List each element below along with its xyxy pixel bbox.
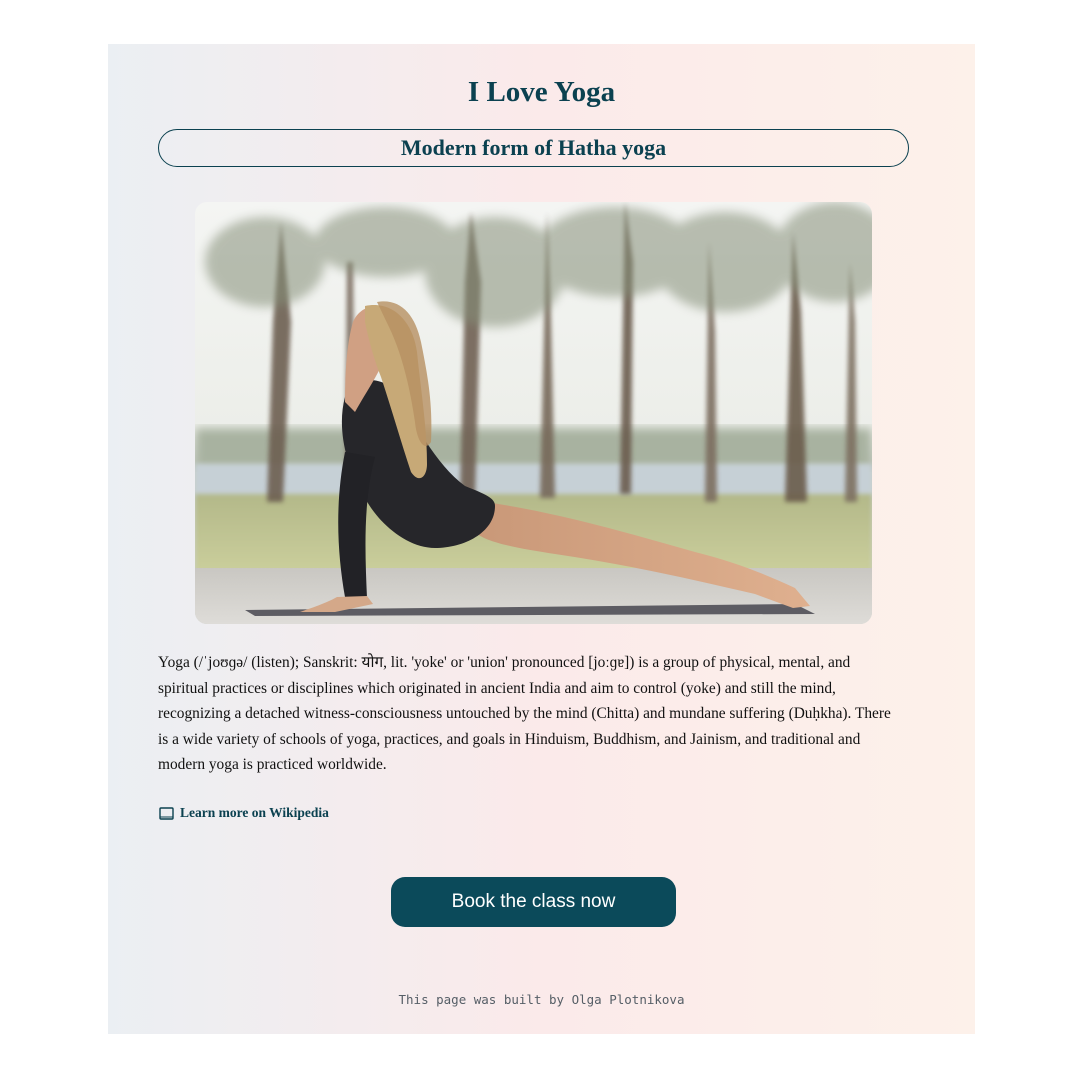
page-card: I Love Yoga Modern form of Hatha yoga Yo… — [108, 44, 975, 1034]
page-title: I Love Yoga — [467, 76, 616, 108]
wikipedia-link[interactable]: Learn more on Wikipedia — [159, 805, 329, 821]
subtitle-banner: Modern form of Hatha yoga — [158, 129, 909, 167]
book-class-button[interactable]: Book the class now — [391, 877, 676, 927]
article-text: Yoga (/ˈjoʊɡə/ (listen); Sanskrit: योग, … — [158, 654, 891, 773]
yoga-photo — [195, 202, 872, 624]
footer-credit: This page was built by Olga Plotnikova — [398, 992, 685, 1007]
subtitle-text: Modern form of Hatha yoga — [400, 135, 667, 160]
book-icon — [159, 806, 174, 820]
wikipedia-link-label: Learn more on Wikipedia — [180, 805, 329, 820]
